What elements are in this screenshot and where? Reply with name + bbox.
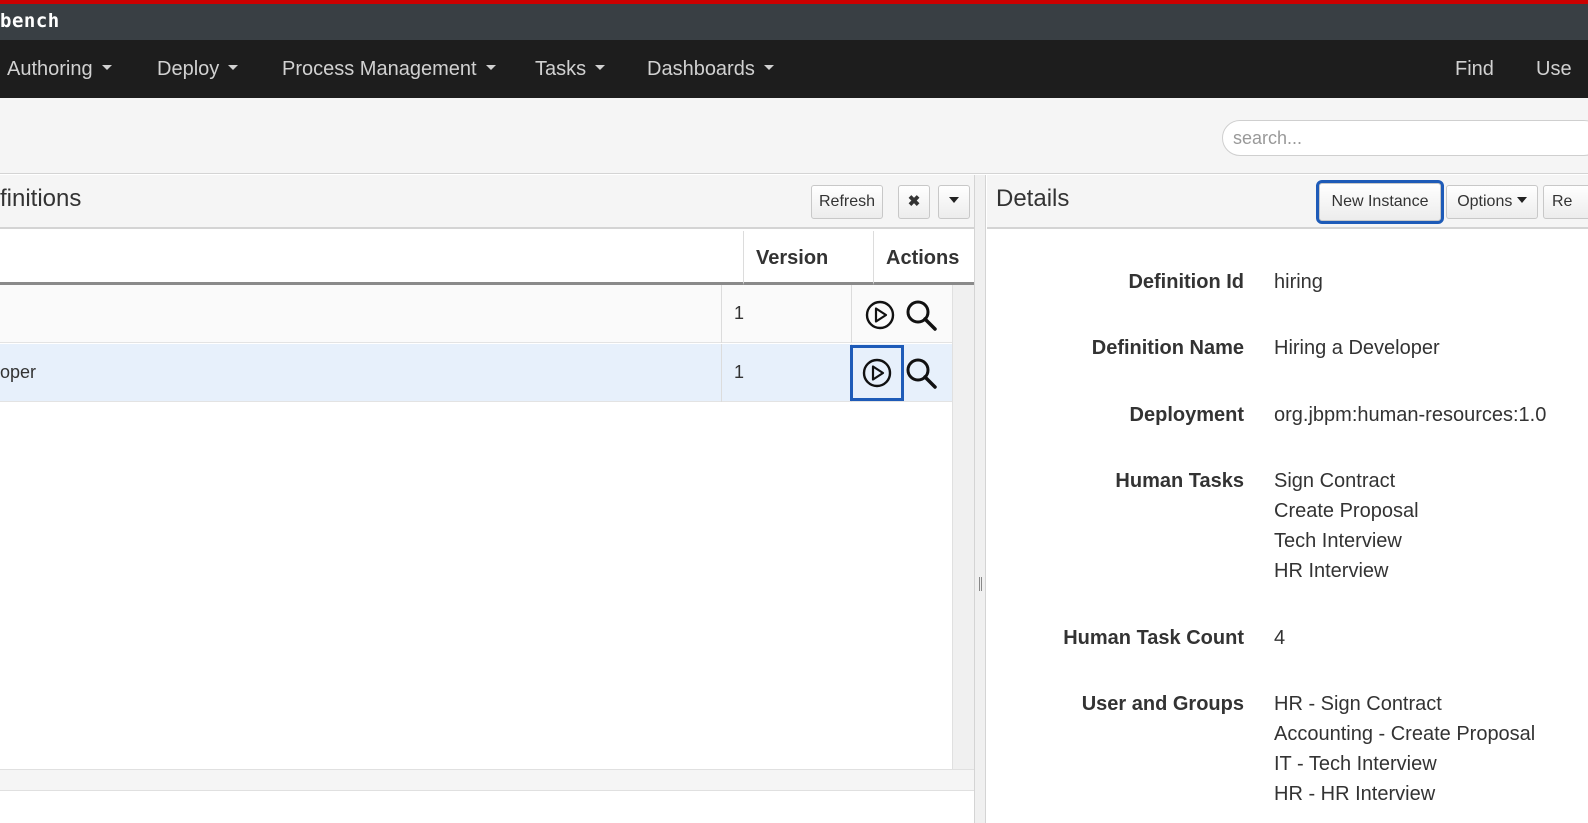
definitions-panel: finitions Refresh ✖ Version Actions 1 op… xyxy=(0,175,974,823)
search-icon[interactable] xyxy=(904,356,938,390)
nav-deploy-label: Deploy xyxy=(157,58,220,80)
column-header-actions: Actions xyxy=(873,231,974,285)
definition-id-value: hiring xyxy=(1274,271,1323,293)
search-icon[interactable] xyxy=(904,298,938,332)
user-group-item: HR - HR Interview xyxy=(1274,783,1436,805)
chevron-down-icon xyxy=(228,65,239,71)
table-row[interactable]: 1 xyxy=(0,285,952,343)
user-group-item: HR - Sign Contract xyxy=(1274,693,1442,715)
app-title: bench xyxy=(0,10,60,32)
refresh-button[interactable]: Refresh xyxy=(811,185,883,219)
vertical-scrollbar[interactable] xyxy=(952,285,974,771)
column-header-version[interactable]: Version xyxy=(743,231,873,285)
human-task-count-label: Human Task Count xyxy=(1063,627,1244,649)
nav-process-management[interactable]: Process Management xyxy=(282,58,496,81)
new-instance-button[interactable]: New Instance xyxy=(1316,180,1444,224)
chevron-down-icon xyxy=(763,65,774,71)
horizontal-scrollbar[interactable] xyxy=(0,769,974,791)
nav-tasks[interactable]: Tasks xyxy=(535,58,606,81)
human-tasks-label: Human Tasks xyxy=(1115,470,1244,492)
column-header-version-label: Version xyxy=(756,247,829,269)
table-row[interactable]: oper 1 xyxy=(0,344,952,402)
details-title: Details xyxy=(996,185,1070,212)
toolbar xyxy=(0,98,1588,174)
chevron-down-icon xyxy=(101,65,112,71)
chevron-down-icon xyxy=(485,65,496,71)
deployment-label: Deployment xyxy=(1129,404,1244,426)
human-task-item: Tech Interview xyxy=(1274,530,1402,552)
cell-divider xyxy=(721,344,722,402)
nav-authoring-label: Authoring xyxy=(7,58,93,80)
nav-authoring[interactable]: Authoring xyxy=(7,58,112,81)
details-header: Details New Instance Options Re xyxy=(987,175,1588,229)
human-task-count-value: 4 xyxy=(1274,627,1286,649)
human-task-item: Create Proposal xyxy=(1274,500,1419,522)
definitions-header: finitions Refresh ✖ xyxy=(0,175,974,229)
options-button-label: Options xyxy=(1457,193,1513,210)
nav-process-management-label: Process Management xyxy=(282,58,477,80)
human-task-item: Sign Contract xyxy=(1274,470,1396,492)
column-header-name[interactable] xyxy=(0,231,743,285)
nav-user[interactable]: Use xyxy=(1536,58,1572,81)
nav-deploy[interactable]: Deploy xyxy=(157,58,239,81)
row-version: 1 xyxy=(734,303,745,323)
details-panel: Details New Instance Options Re Definiti… xyxy=(987,175,1588,823)
column-options-dropdown[interactable] xyxy=(938,185,970,219)
chevron-down-icon xyxy=(1516,196,1527,203)
start-process-icon[interactable] xyxy=(864,299,896,331)
user-and-groups-label: User and Groups xyxy=(1081,693,1244,715)
definitions-title: finitions xyxy=(0,185,82,212)
nav-dashboards-label: Dashboards xyxy=(647,58,755,80)
start-process-button[interactable] xyxy=(850,345,904,401)
drag-handle-icon xyxy=(979,577,982,591)
nav-dashboards[interactable]: Dashboards xyxy=(647,58,774,81)
chevron-down-icon xyxy=(949,196,959,203)
nav-find[interactable]: Find xyxy=(1455,58,1494,81)
user-group-item: IT - Tech Interview xyxy=(1274,753,1437,775)
human-task-item: HR Interview xyxy=(1274,560,1389,582)
refresh-button[interactable]: Re xyxy=(1543,185,1588,219)
definition-name-label: Definition Name xyxy=(1091,337,1244,359)
deployment-value: org.jbpm:human-resources:1.0 xyxy=(1274,404,1547,426)
definition-id-label: Definition Id xyxy=(1128,271,1244,293)
definition-name-value: Hiring a Developer xyxy=(1274,337,1440,359)
chevron-down-icon xyxy=(595,65,606,71)
close-button[interactable]: ✖ xyxy=(898,185,930,219)
nav-tasks-label: Tasks xyxy=(535,58,587,80)
cell-divider xyxy=(851,344,852,402)
main-nav: Authoring Deploy Process Management Task… xyxy=(0,40,1588,98)
start-process-icon xyxy=(862,358,892,388)
user-group-item: Accounting - Create Proposal xyxy=(1274,723,1536,745)
panel-splitter[interactable] xyxy=(974,175,986,823)
cell-divider xyxy=(721,285,722,343)
row-name: oper xyxy=(0,362,37,382)
options-button[interactable]: Options xyxy=(1446,185,1538,219)
search-input[interactable] xyxy=(1222,120,1588,156)
app-title-bar: bench xyxy=(0,0,1588,40)
column-header-actions-label: Actions xyxy=(886,247,960,269)
cell-divider xyxy=(851,285,852,343)
row-version: 1 xyxy=(734,362,745,382)
